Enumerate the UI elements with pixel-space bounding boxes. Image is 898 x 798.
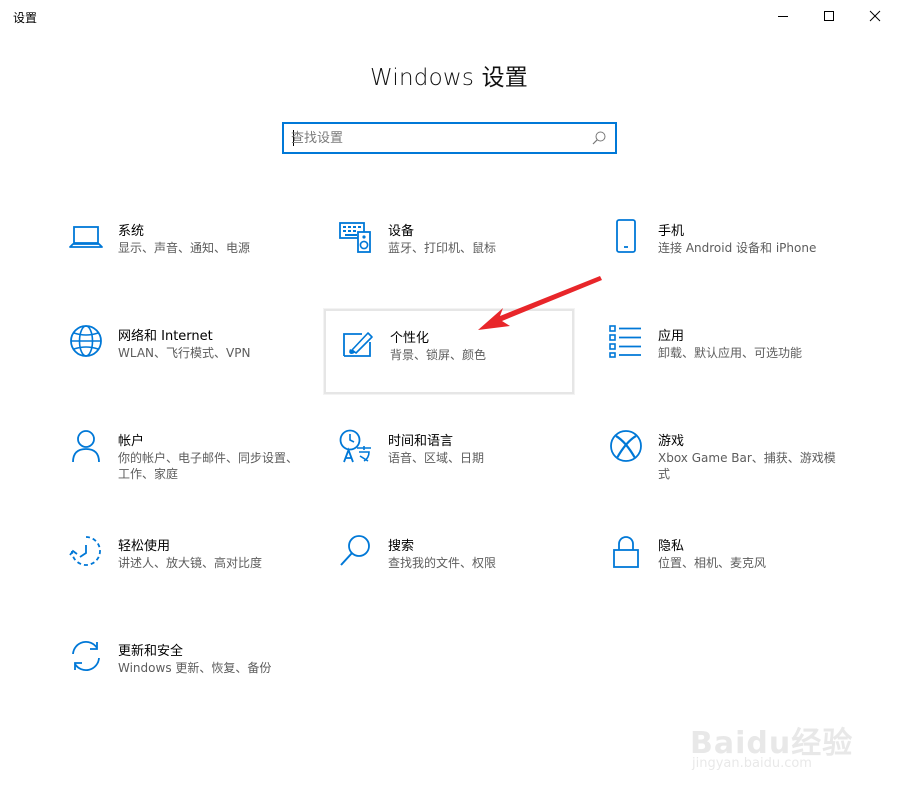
tile-title: 设备 xyxy=(388,224,415,239)
tile-title: 游戏 xyxy=(658,434,685,449)
tile-description: 你的帐户、电子邮件、同步设置、工作、家庭 xyxy=(118,451,299,481)
close-button[interactable] xyxy=(852,0,898,32)
tile-title: 搜索 xyxy=(388,539,415,554)
tile-description: 语音、区域、日期 xyxy=(388,451,485,465)
minimize-button[interactable] xyxy=(760,0,806,32)
tile-description: Windows 更新、恢复、备份 xyxy=(118,661,272,675)
phone-icon xyxy=(616,219,636,253)
time-language-icon xyxy=(339,429,371,463)
tile-title: 时间和语言 xyxy=(388,434,454,449)
tile-description: 查找我的文件、权限 xyxy=(388,556,497,570)
search-icon[interactable] xyxy=(591,130,607,146)
tile-description: 蓝牙、打印机、鼠标 xyxy=(388,241,497,255)
tile-time-language[interactable]: 时间和语言 语音、区域、日期 xyxy=(326,424,576,508)
tile-description: 讲述人、放大镜、高对比度 xyxy=(118,556,263,570)
tile-title: 系统 xyxy=(118,224,145,239)
tile-title: 更新和安全 xyxy=(118,644,184,659)
tile-title: 应用 xyxy=(658,329,685,344)
tile-description: 位置、相机、麦克风 xyxy=(658,556,767,570)
tile-description: Xbox Game Bar、捕获、游戏模式 xyxy=(658,451,836,481)
tile-search[interactable]: 搜索 查找我的文件、权限 xyxy=(326,529,576,613)
tile-network-internet[interactable]: 网络和 Internet WLAN、飞行模式、VPN xyxy=(56,319,306,403)
lock-icon xyxy=(613,536,639,568)
close-icon xyxy=(869,10,881,22)
tile-description: 显示、声音、通知、电源 xyxy=(118,241,251,255)
tile-apps[interactable]: 应用 卸载、默认应用、可选功能 xyxy=(596,319,846,403)
watermark-url: jingyan.baidu.com xyxy=(692,756,812,771)
search-input[interactable] xyxy=(291,124,581,152)
tile-system[interactable]: 系统 显示、声音、通知、电源 xyxy=(56,214,306,298)
tile-accounts[interactable]: 帐户 你的帐户、电子邮件、同步设置、工作、家庭 xyxy=(56,424,306,508)
maximize-button[interactable] xyxy=(806,0,852,32)
tile-title: 轻松使用 xyxy=(118,539,171,554)
ease-of-access-icon xyxy=(69,536,101,566)
globe-icon xyxy=(70,325,102,357)
maximize-icon xyxy=(824,11,834,21)
watermark: Baidu经验 jingyan.baidu.com xyxy=(680,700,860,780)
paint-brush-icon xyxy=(343,332,373,357)
tile-ease-of-access[interactable]: 轻松使用 讲述人、放大镜、高对比度 xyxy=(56,529,306,613)
tile-gaming[interactable]: 游戏 Xbox Game Bar、捕获、游戏模式 xyxy=(596,424,846,508)
tile-update-security[interactable]: 更新和安全 Windows 更新、恢复、备份 xyxy=(56,634,306,718)
xbox-icon xyxy=(610,430,642,462)
sync-icon xyxy=(72,641,100,671)
keyboard-speaker-icon xyxy=(339,222,371,253)
tile-description: WLAN、飞行模式、VPN xyxy=(118,346,251,360)
magnifier-icon xyxy=(340,535,370,566)
apps-list-icon xyxy=(609,325,641,358)
tile-title: 帐户 xyxy=(118,434,145,449)
window-title: 设置 xyxy=(13,11,38,25)
title-bar: 设置 xyxy=(0,0,898,32)
tile-phone[interactable]: 手机 连接 Android 设备和 iPhone xyxy=(596,214,846,298)
page-title: Windows 设置 xyxy=(370,65,528,91)
tile-title: 个性化 xyxy=(390,331,430,346)
tile-description: 连接 Android 设备和 iPhone xyxy=(658,241,817,255)
annotation-arrow-icon xyxy=(478,276,602,330)
search-box[interactable] xyxy=(282,122,617,154)
person-icon xyxy=(72,430,100,463)
tile-description: 卸载、默认应用、可选功能 xyxy=(658,346,803,360)
tile-title: 隐私 xyxy=(658,539,685,554)
tile-description: 背景、锁屏、颜色 xyxy=(390,348,487,362)
tile-title: 手机 xyxy=(658,224,685,239)
tile-privacy[interactable]: 隐私 位置、相机、麦克风 xyxy=(596,529,846,613)
laptop-icon xyxy=(69,226,103,248)
minimize-icon xyxy=(778,16,788,17)
tile-title: 网络和 Internet xyxy=(118,329,213,344)
